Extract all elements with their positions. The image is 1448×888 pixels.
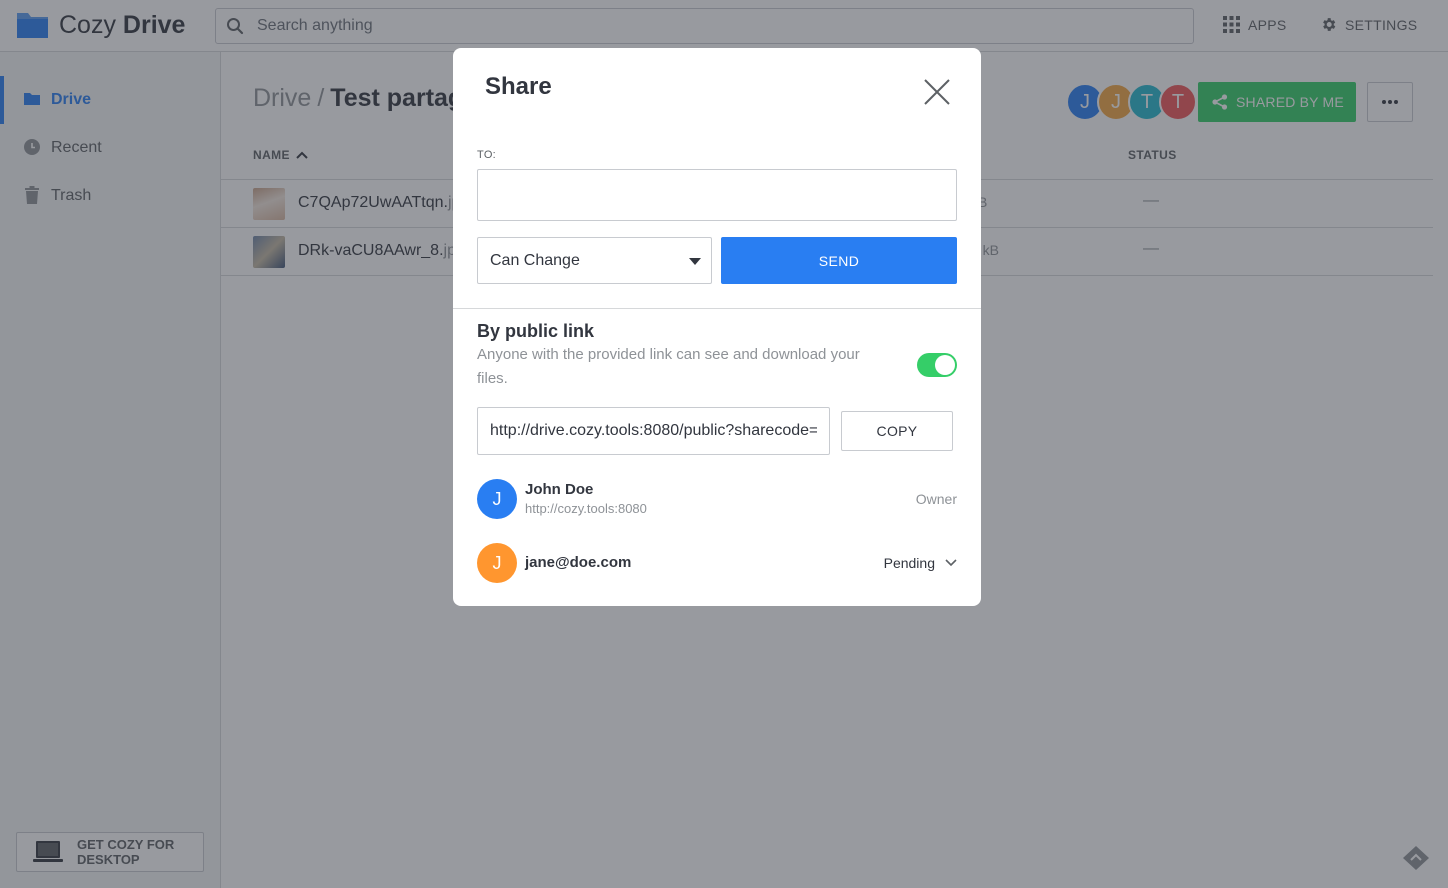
modal-title: Share <box>485 73 552 100</box>
send-button[interactable]: SEND <box>721 237 957 284</box>
to-label: TO: <box>477 149 497 161</box>
member-status-dropdown[interactable]: Pending <box>884 555 957 571</box>
avatar: J <box>477 543 517 583</box>
public-link-field[interactable] <box>477 407 830 455</box>
permission-value: Can Change <box>490 251 580 269</box>
public-link-description: Anyone with the provided link can see an… <box>477 346 860 387</box>
permission-select[interactable]: Can Change <box>477 237 712 284</box>
member-status: Pending <box>883 555 935 571</box>
public-link-toggle[interactable] <box>917 353 957 377</box>
close-icon[interactable] <box>923 78 951 106</box>
member-row: J jane@doe.com Pending <box>477 543 957 583</box>
divider <box>453 308 981 309</box>
member-url: http://cozy.tools:8080 <box>525 501 647 516</box>
member-role: Owner <box>915 491 957 507</box>
member-row: J John Doe http://cozy.tools:8080 Owner <box>477 479 957 519</box>
copy-link-button[interactable]: COPY <box>841 411 953 451</box>
recipient-input[interactable] <box>477 169 957 221</box>
chevron-down-icon <box>945 559 957 567</box>
member-name: jane@doe.com <box>525 554 632 571</box>
share-modal: Share TO: Can Change SEND By public link… <box>453 48 981 606</box>
avatar: J <box>477 479 517 519</box>
caret-down-icon <box>689 258 701 265</box>
public-link-title: By public link <box>477 321 595 341</box>
member-name: John Doe <box>525 481 594 498</box>
